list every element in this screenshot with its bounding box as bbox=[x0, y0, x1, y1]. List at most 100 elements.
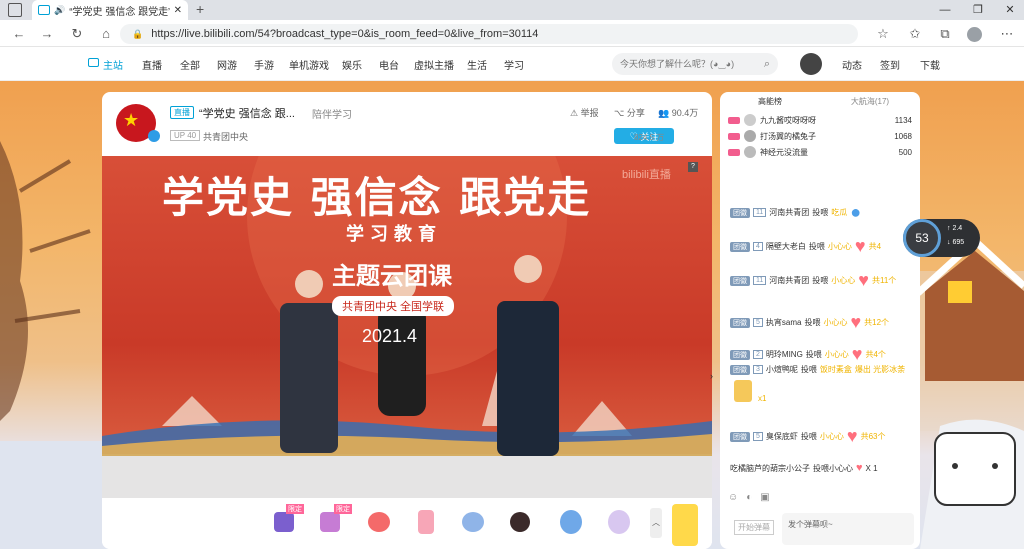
rank-row[interactable]: 九九酱哎呀呀呀 1134 bbox=[720, 112, 920, 128]
nav-live[interactable]: 直播 bbox=[142, 57, 162, 72]
nav-checkin[interactable]: 签到 bbox=[880, 57, 900, 72]
nav-all[interactable]: 全部 bbox=[180, 57, 200, 72]
collapse-panel-icon[interactable]: › bbox=[710, 371, 713, 381]
list-item: 团徽 5 臭保底虾 投喂 小心心 ♥ 共63个 bbox=[730, 426, 886, 447]
rank-row[interactable]: 打汤翼的橘兔子 1068 bbox=[720, 128, 920, 144]
nav-download[interactable]: 下载 bbox=[920, 57, 940, 72]
video-subtitle: 学习教育 bbox=[346, 224, 442, 244]
gift-scroll-up-icon[interactable]: ︿ bbox=[650, 508, 662, 538]
gift-item-1[interactable] bbox=[274, 512, 294, 532]
nav-radio[interactable]: 电台 bbox=[379, 57, 399, 72]
profile-avatar-icon[interactable] bbox=[967, 27, 982, 42]
live-video-player[interactable]: 学党史 强信念 跟党走 学习教育 主题云团课 共青团中央 全国学联 2021.4… bbox=[102, 156, 712, 498]
list-item: 吃橘脑芦的葫宗小公子 投喂小心心 ♥ X 1 bbox=[730, 462, 878, 474]
search-box[interactable]: ⌕ bbox=[612, 53, 778, 75]
palette-icon[interactable]: ◐ bbox=[746, 492, 752, 503]
viewer-count: 👥 90.4万 bbox=[658, 108, 699, 118]
room-category[interactable]: 陪伴学习 bbox=[312, 106, 352, 121]
video-date: 2021.4 bbox=[362, 326, 418, 346]
url-field[interactable]: 🔒 https://live.bilibili.com/54?broadcast… bbox=[120, 24, 858, 44]
close-window-icon[interactable]: ✕ bbox=[1000, 2, 1020, 18]
danmu-list: 团徽 11 河南共青团 投喂 吃瓜 ● 团徽 4 隔壁大老白 投喂 小心心 ♥ 共4 团徽 11 河南共青… bbox=[720, 178, 920, 488]
browser-tab[interactable]: 🔊 “学党史 强信念 跟党走”主题 ✕ bbox=[32, 0, 188, 20]
more-icon[interactable]: ⋯ bbox=[998, 25, 1016, 43]
reload-icon[interactable]: ↻ bbox=[68, 25, 86, 43]
nav-study[interactable]: 学习 bbox=[504, 57, 524, 72]
nav-main-site[interactable]: 主站 bbox=[103, 57, 123, 72]
avatar bbox=[744, 130, 756, 142]
rank-badge-icon bbox=[728, 148, 740, 156]
live-tag: 直播 bbox=[170, 106, 194, 119]
home-icon[interactable]: ⌂ bbox=[97, 25, 115, 43]
back-icon[interactable]: ← bbox=[10, 25, 28, 43]
send-danmu-button[interactable]: 开始弹幕 bbox=[734, 520, 774, 535]
search-input[interactable] bbox=[620, 59, 740, 69]
rank-badge-icon bbox=[728, 116, 740, 124]
favorites-icon[interactable]: ✩ bbox=[906, 25, 924, 43]
tab-energy-rank[interactable]: 高能榜 bbox=[720, 92, 820, 112]
followers-count: 824.5 万 bbox=[634, 133, 665, 142]
nav-vtuber[interactable]: 虚拟主播 bbox=[414, 57, 454, 72]
list-item: 团徽 2 明玲MING 投喂 小心心 ♥ 共4个 bbox=[730, 344, 886, 365]
image-icon[interactable]: ▣ bbox=[760, 492, 769, 503]
tab-captain[interactable]: 大航海(17) bbox=[820, 92, 920, 112]
upload-speed: ↑ 2.4 bbox=[947, 225, 963, 232]
maximize-icon[interactable]: ❐ bbox=[968, 2, 988, 18]
nav-singlegame[interactable]: 单机游戏 bbox=[289, 57, 329, 72]
nav-netgame[interactable]: 网游 bbox=[217, 57, 237, 72]
gift-item-3[interactable] bbox=[368, 512, 390, 532]
heart-gift-icon: ♥ bbox=[851, 344, 863, 364]
gift-item-5[interactable] bbox=[462, 512, 484, 532]
help-icon[interactable]: ? bbox=[688, 162, 698, 172]
heart-gift-icon: ♥ bbox=[858, 270, 869, 290]
favorite-star-icon[interactable]: ☆ bbox=[874, 25, 892, 43]
download-speed: ↓ 695 bbox=[947, 239, 965, 246]
report-button[interactable]: ⚠ 举报 bbox=[570, 106, 599, 119]
rank-row[interactable]: 神经元没流量 500 bbox=[720, 144, 920, 160]
rank-badge-icon bbox=[728, 132, 740, 140]
gift-bar: 限定 限定 ︿ bbox=[102, 498, 712, 549]
speaker-icon[interactable]: 🔊 bbox=[54, 5, 65, 16]
browser-menu-icon[interactable] bbox=[8, 3, 22, 17]
nav-life[interactable]: 生活 bbox=[467, 57, 487, 72]
search-icon[interactable]: ⌕ bbox=[764, 58, 770, 71]
anchor-name[interactable]: 共青团中央 bbox=[203, 130, 248, 143]
party-flag-icon: ★ bbox=[123, 110, 140, 130]
nav-entertainment[interactable]: 娱乐 bbox=[342, 57, 362, 72]
list-item: 团徽 3 小煊鸭呢 投喂 饭时素盒 爆出 光影冰荼 bbox=[730, 364, 905, 375]
list-item: 团徽 5 执宵sama 投喂 小心心 ♥ 共12个 bbox=[730, 312, 889, 333]
gift-item-8[interactable] bbox=[608, 510, 630, 534]
share-button[interactable]: ⌥ 分享 bbox=[614, 106, 645, 119]
gift-item-2-tag: 限定 bbox=[334, 504, 352, 514]
list-item: 团徽 11 河南共青团 投喂 小心心 ♥ 共11个 bbox=[730, 270, 896, 291]
nav-dynamic[interactable]: 动态 bbox=[842, 57, 862, 72]
watermelon-gift-icon: ● bbox=[850, 202, 862, 222]
danmu-input[interactable]: 发个弹幕呗~ bbox=[782, 513, 914, 545]
minimize-icon[interactable]: — bbox=[935, 2, 955, 18]
gift-item-4[interactable] bbox=[418, 510, 434, 534]
gift-item-2[interactable] bbox=[320, 512, 340, 532]
gift-item-1-tag: 限定 bbox=[286, 504, 304, 514]
video-slogan: 学党史 强信念 跟党走 bbox=[162, 173, 592, 222]
emoji-icon[interactable]: ☺ bbox=[728, 492, 738, 503]
people-icon: 👥 bbox=[658, 108, 670, 118]
video-organizer: 共青团中央 全国学联 bbox=[332, 296, 455, 316]
verified-icon bbox=[148, 130, 160, 142]
share-icon: ⌥ bbox=[614, 108, 625, 118]
url-text: https://live.bilibili.com/54?broadcast_t… bbox=[151, 28, 539, 40]
heart-gift-icon: ♥ bbox=[846, 426, 858, 446]
forward-icon[interactable]: → bbox=[38, 25, 56, 43]
new-tab-icon[interactable]: + bbox=[196, 1, 204, 17]
nav-mobilegame[interactable]: 手游 bbox=[254, 57, 274, 72]
gift-item-7[interactable] bbox=[560, 510, 582, 534]
avatar bbox=[744, 114, 756, 126]
heart-gift-icon: ♥ bbox=[854, 236, 866, 256]
user-avatar[interactable] bbox=[800, 53, 822, 75]
warning-icon: ⚠ bbox=[570, 108, 579, 118]
open-broadcast-button[interactable] bbox=[672, 504, 698, 546]
close-tab-icon[interactable]: ✕ bbox=[174, 5, 182, 16]
gift-item-6[interactable] bbox=[510, 512, 530, 532]
room-title: “学党史 强信念 跟... bbox=[199, 108, 295, 120]
collections-icon[interactable]: ⧉ bbox=[936, 25, 954, 43]
danmu-tools: ☺ ◐ ▣ bbox=[728, 492, 770, 503]
